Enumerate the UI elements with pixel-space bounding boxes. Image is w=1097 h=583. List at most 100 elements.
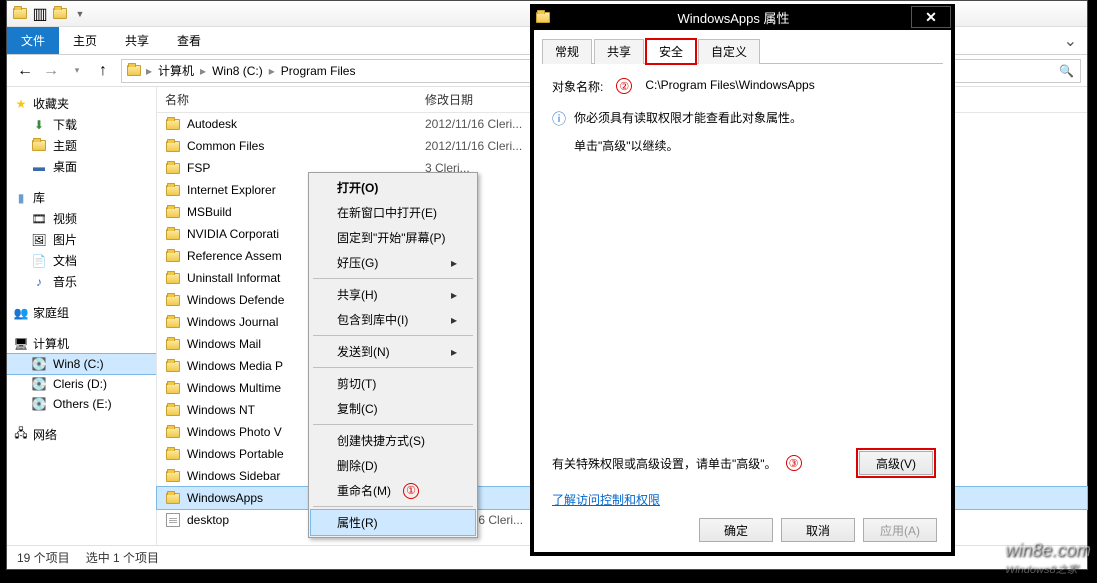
ribbon-tab-file[interactable]: 文件 [7,27,59,54]
nav-item-drive-c[interactable]: 💽Win8 (C:) [7,354,156,374]
ribbon-tab-share[interactable]: 共享 [111,27,163,54]
file-name: Windows Defende [187,293,284,307]
download-icon: ⬇ [31,117,47,133]
nav-back-icon[interactable]: ← [13,59,37,83]
folder-icon [165,490,181,506]
menu-item-label: 固定到"开始"屏幕(P) [337,229,446,246]
nav-favorites[interactable]: ★收藏夹 [7,93,156,114]
menu-item-label: 剪切(T) [337,375,376,392]
menu-item[interactable]: 好压(G)▸ [311,250,475,275]
menu-item[interactable]: 共享(H)▸ [311,282,475,307]
ok-button[interactable]: 确定 [699,518,773,542]
tab-security[interactable]: 安全 [646,39,696,64]
advanced-button[interactable]: 高级(V) [859,451,933,475]
menu-item[interactable]: 打开(O) [311,175,475,200]
file-name: Windows Portable [187,447,284,461]
cancel-button[interactable]: 取消 [781,518,855,542]
nav-forward-icon[interactable]: → [39,59,63,83]
menu-separator [313,278,473,279]
app-icon [11,5,29,23]
homegroup-icon: 👥 [13,305,29,321]
folder-icon [165,138,181,154]
menu-item[interactable]: 复制(C) [311,396,475,421]
folder-icon [165,380,181,396]
nav-item-drive-e[interactable]: 💽Others (E:) [7,394,156,414]
learn-more-link[interactable]: 了解访问控制和权限 [552,493,660,507]
ribbon-tab-home[interactable]: 主页 [59,27,111,54]
file-icon [165,512,181,528]
nav-item-downloads[interactable]: ⬇下载 [7,114,156,135]
info-icon: ⓘ [552,109,566,129]
menu-item[interactable]: 创建快捷方式(S) [311,428,475,453]
properties-tabs: 常规 共享 安全 自定义 [542,38,943,64]
drive-icon [126,63,142,79]
file-name: WindowsApps [187,491,263,505]
menu-item-label: 属性(R) [337,514,378,531]
menu-item[interactable]: 重命名(M)① [311,478,475,503]
nav-up-icon[interactable]: ↑ [91,59,115,83]
qat-newfolder-icon[interactable] [51,5,69,23]
menu-separator [313,335,473,336]
tab-general[interactable]: 常规 [542,39,592,64]
menu-item[interactable]: 属性(R) [311,510,475,535]
file-name: Windows Photo V [187,425,282,439]
nav-item-themes[interactable]: 主题 [7,135,156,156]
file-name: Windows Multime [187,381,281,395]
col-name[interactable]: 名称 [165,91,425,108]
file-name: Windows Mail [187,337,261,351]
crumb-computer[interactable]: 计算机 [156,62,196,79]
file-name: Internet Explorer [187,183,276,197]
crumb-drive[interactable]: Win8 (C:) [210,64,265,78]
tab-share[interactable]: 共享 [594,39,644,64]
watermark: win8e.com Windows8之家 [1005,540,1091,577]
file-date: 2012/11/16 Cleri... [425,117,535,131]
nav-network[interactable]: 🖧网络 [7,424,156,445]
file-name: Uninstall Informat [187,271,280,285]
properties-titlebar[interactable]: WindowsApps 属性 ✕ [530,4,955,30]
nav-item-pictures[interactable]: 🖼图片 [7,229,156,250]
nav-computer[interactable]: 🖥计算机 [7,333,156,354]
status-count: 19 个项目 [17,549,70,566]
menu-item[interactable]: 固定到"开始"屏幕(P) [311,225,475,250]
nav-libraries[interactable]: ▮库 [7,187,156,208]
nav-homegroup[interactable]: 👥家庭组 [7,302,156,323]
nav-item-desktop[interactable]: ▬桌面 [7,156,156,177]
menu-item[interactable]: 在新窗口中打开(E) [311,200,475,225]
nav-item-drive-d[interactable]: 💽Cleris (D:) [7,374,156,394]
file-name: Windows Sidebar [187,469,280,483]
nav-item-music[interactable]: ♪音乐 [7,271,156,292]
permission-message-2: 单击"高级"以继续。 [574,137,679,154]
close-button[interactable]: ✕ [911,6,951,28]
tab-custom[interactable]: 自定义 [698,39,760,64]
submenu-arrow-icon: ▸ [451,256,457,270]
file-name: Windows NT [187,403,255,417]
crumb-folder[interactable]: Program Files [279,64,358,78]
desktop-icon: ▬ [31,159,47,175]
qat-dropdown-icon[interactable]: ▼ [71,5,89,23]
file-name: Autodesk [187,117,237,131]
nav-pane: ★收藏夹 ⬇下载 主题 ▬桌面 ▮库 🎞视频 🖼图片 📄文档 ♪音乐 👥家庭组 … [7,87,157,545]
menu-item[interactable]: 剪切(T) [311,371,475,396]
menu-item[interactable]: 发送到(N)▸ [311,339,475,364]
ribbon-toggle-icon[interactable]: ⌄ [1054,27,1087,54]
nav-item-documents[interactable]: 📄文档 [7,250,156,271]
properties-title: WindowsApps 属性 [556,8,911,27]
menu-item-label: 共享(H) [337,286,378,303]
menu-item[interactable]: 删除(D) [311,453,475,478]
annotation-3: ③ [786,455,802,471]
drive-icon: 💽 [31,396,47,412]
menu-item[interactable]: 包含到库中(I)▸ [311,307,475,332]
col-date[interactable]: 修改日期 [425,91,535,108]
folder-icon [165,468,181,484]
folder-icon [31,138,47,154]
ribbon-tab-view[interactable]: 查看 [163,27,215,54]
folder-icon [165,292,181,308]
video-icon: 🎞 [31,211,47,227]
computer-icon: 🖥 [13,336,29,352]
qat-properties-icon[interactable]: ▥ [31,5,49,23]
nav-history-icon[interactable]: ▾ [65,59,89,83]
properties-dialog: WindowsApps 属性 ✕ 常规 共享 安全 自定义 对象名称: ② C:… [530,4,955,556]
search-icon[interactable]: 🔍 [1059,64,1074,78]
nav-item-videos[interactable]: 🎞视频 [7,208,156,229]
apply-button[interactable]: 应用(A) [863,518,937,542]
